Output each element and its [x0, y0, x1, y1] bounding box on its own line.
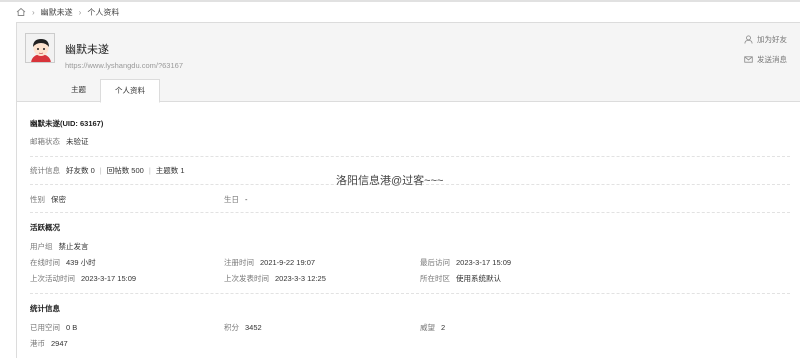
coins-value: 2947 — [51, 339, 68, 348]
birthday-value: - — [245, 195, 248, 204]
profile-header: 幽默未遂 https://www.lyshangdu.com/?63167 加为… — [17, 23, 800, 103]
tab-profile[interactable]: 个人资料 — [100, 79, 160, 103]
profile-username: 幽默未遂 — [65, 44, 109, 56]
profile-tabs: 主题 个人资料 — [57, 79, 160, 103]
divider — [30, 156, 790, 157]
uid-line: 幽默未遂(UID: 63167) — [30, 119, 104, 128]
stats-label: 统计信息 — [30, 166, 60, 175]
coins-label: 港币 — [30, 339, 45, 348]
topics-count-link[interactable]: 主题数 1 — [156, 166, 185, 175]
divider — [30, 212, 790, 213]
register-time-label: 注册时间 — [224, 258, 254, 267]
divider — [30, 293, 790, 294]
breadcrumb: › 幽默未遂 › 个人资料 — [16, 6, 119, 18]
breadcrumb-current: 个人资料 — [87, 7, 120, 17]
avatar[interactable] — [25, 33, 55, 63]
tab-topics[interactable]: 主题 — [57, 79, 100, 102]
add-friend-button[interactable]: 加为好友 — [744, 34, 787, 45]
user-group-value[interactable]: 禁止发言 — [59, 242, 89, 251]
gender-label: 性别 — [30, 195, 45, 204]
replies-count-link[interactable]: 回帖数 500 — [107, 166, 144, 175]
birthday-label: 生日 — [224, 195, 239, 204]
prestige-value: 2 — [441, 323, 446, 332]
gender-field: 性别 保密 — [30, 194, 66, 205]
last-active-field: 上次活动时间 2023-3-17 15:09 — [30, 273, 136, 284]
points-label: 积分 — [224, 323, 239, 332]
home-icon[interactable] — [16, 7, 26, 17]
email-status-value: 未验证 — [66, 137, 89, 146]
user-group-label: 用户组 — [30, 242, 53, 251]
online-time-field: 在线时间 439 小时 — [30, 257, 96, 268]
register-time-value: 2021-9-22 19:07 — [260, 258, 316, 267]
stats-separator: | — [99, 166, 102, 175]
coins-field: 港币 2947 — [30, 338, 68, 349]
breadcrumb-user-link[interactable]: 幽默未遂 — [41, 7, 73, 18]
prestige-field: 威望 2 — [420, 322, 445, 333]
prestige-label: 威望 — [420, 323, 435, 332]
stats-line: 统计信息 好友数 0 | 回帖数 500 | 主题数 1 — [30, 165, 185, 176]
online-time-value: 439 小时 — [66, 258, 96, 267]
used-space-value: 0 B — [66, 323, 78, 332]
email-status: 邮箱状态 未验证 — [30, 136, 89, 147]
register-time-field: 注册时间 2021-9-22 19:07 — [224, 257, 315, 268]
stats-separator: | — [148, 166, 151, 175]
send-message-button[interactable]: 发送消息 — [744, 54, 787, 65]
last-post-field: 上次发表时间 2023-3-3 12:25 — [224, 273, 326, 284]
last-post-label: 上次发表时间 — [224, 274, 269, 283]
email-status-label: 邮箱状态 — [30, 137, 60, 146]
breadcrumb-separator: › — [32, 7, 35, 17]
last-visit-label: 最后访问 — [420, 258, 450, 267]
send-message-label: 发送消息 — [757, 55, 787, 64]
top-border — [0, 0, 800, 2]
last-active-label: 上次活动时间 — [30, 274, 75, 283]
profile-url[interactable]: https://www.lyshangdu.com/?63167 — [65, 61, 183, 70]
avatar-image — [26, 34, 54, 62]
gender-value: 保密 — [51, 195, 66, 204]
birthday-field: 生日 - — [224, 194, 248, 205]
breadcrumb-separator: › — [78, 7, 82, 17]
last-post-value: 2023-3-3 12:25 — [275, 274, 326, 283]
statistics-title: 统计信息 — [30, 304, 60, 313]
last-visit-field: 最后访问 2023-3-17 15:09 — [420, 257, 511, 268]
mail-icon — [744, 56, 753, 63]
points-field: 积分 3452 — [224, 322, 262, 333]
add-friend-label: 加为好友 — [757, 35, 787, 44]
used-space-field: 已用空间 0 B — [30, 322, 77, 333]
last-visit-value: 2023-3-17 15:09 — [456, 258, 512, 267]
user-group-field: 用户组 禁止发言 — [30, 241, 89, 252]
last-active-value: 2023-3-17 15:09 — [81, 274, 137, 283]
profile-card: 幽默未遂 https://www.lyshangdu.com/?63167 加为… — [16, 22, 800, 358]
profile-actions: 加为好友 发送消息 — [744, 34, 787, 65]
points-value: 3452 — [245, 323, 262, 332]
online-time-label: 在线时间 — [30, 258, 60, 267]
activity-title: 活跃概况 — [30, 223, 60, 232]
timezone-field: 所在时区 使用系统默认 — [420, 273, 501, 284]
timezone-value: 使用系统默认 — [456, 274, 501, 283]
user-icon — [744, 35, 753, 44]
timezone-label: 所在时区 — [420, 274, 450, 283]
used-space-label: 已用空间 — [30, 323, 60, 332]
friends-count-link[interactable]: 好友数 0 — [66, 166, 95, 175]
watermark-text: 洛阳信息港@过客~~~ — [336, 175, 444, 187]
